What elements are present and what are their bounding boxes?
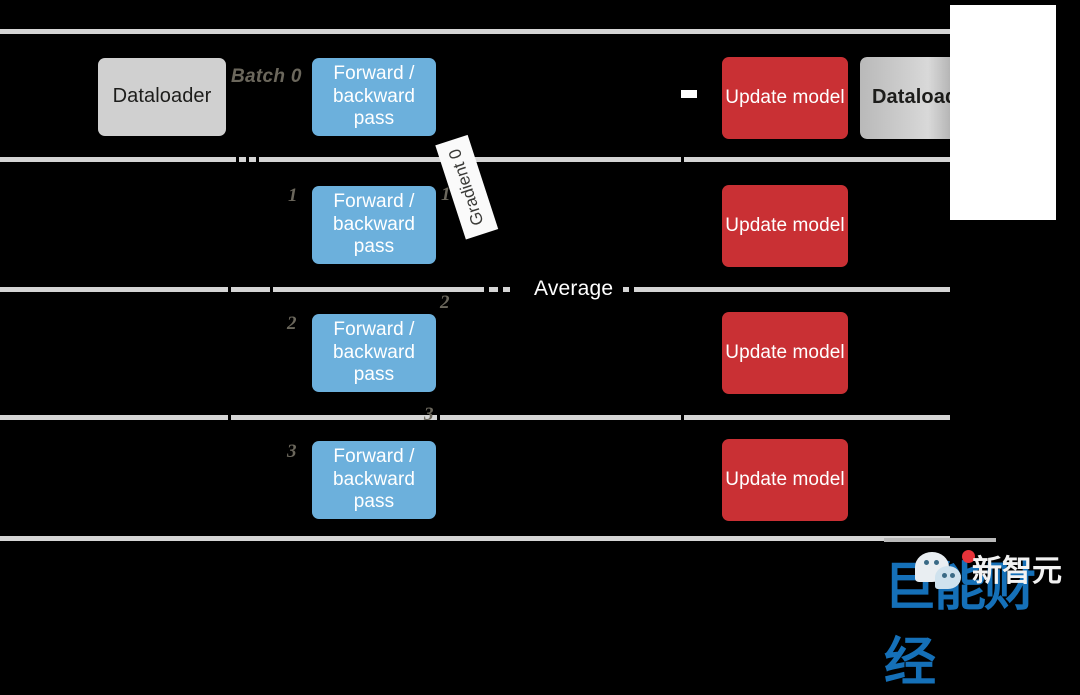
diagram-canvas: Dataloader Batch 0 Forward / backward pa…	[0, 0, 1080, 693]
wechat-icon-small	[935, 566, 961, 589]
rail-dash-g	[489, 287, 498, 292]
dataloader-box-row1[interactable]: Dataloader	[98, 58, 226, 136]
forward-backward-box-row1[interactable]: Forward / backward pass	[312, 58, 436, 136]
update-model-box-row3[interactable]: Update model	[722, 312, 848, 394]
forward-backward-box-row4[interactable]: Forward / backward pass	[312, 441, 436, 519]
rail-top	[0, 29, 950, 34]
update-model-label-row2: Update model	[725, 214, 845, 236]
rail-tick-c	[256, 153, 259, 164]
batch-tag-row1: Batch 0	[231, 66, 302, 87]
rail-tick-b	[246, 153, 249, 164]
update-model-label-row1: Update model	[725, 86, 845, 108]
watermark-white-text: 新智元	[972, 554, 1062, 589]
update-model-box-row1[interactable]: Update model	[722, 57, 848, 139]
white-overlay-panel	[950, 5, 1056, 220]
batch-index-left-row2: 1	[288, 185, 298, 206]
forward-label-line1-row1: Forward /	[333, 63, 415, 85]
forward-label-line1-row3: Forward /	[333, 319, 415, 341]
batch-index-on-rail-row4: 3	[424, 404, 434, 425]
rail-tick-k	[437, 411, 440, 422]
rail-tick-j	[228, 411, 231, 422]
watermark-underline	[884, 538, 996, 542]
rail-row3-row4	[0, 415, 950, 420]
update-model-label-row3: Update model	[725, 341, 845, 363]
watermark-blue-text: 巨能财经	[884, 558, 1036, 693]
forward-label-line1-row2: Forward /	[333, 191, 415, 213]
forward-label-line2-row4: backward pass	[332, 468, 416, 513]
forward-backward-box-row3[interactable]: Forward / backward pass	[312, 314, 436, 392]
batch-index-left-row4: 3	[287, 441, 297, 462]
forward-label-line2-row3: backward pass	[332, 341, 416, 386]
batch-index-right-row3: 2	[440, 292, 450, 313]
rail-tick-e	[228, 283, 231, 294]
rail-bottom	[0, 536, 950, 541]
update-model-box-row2[interactable]: Update model	[722, 185, 848, 267]
batch-index-left-row3: 2	[287, 313, 297, 334]
forward-backward-box-row2[interactable]: Forward / backward pass	[312, 186, 436, 264]
rail-row2-row3	[0, 287, 484, 292]
rail-tick-d	[681, 153, 684, 164]
watermark-dot	[962, 550, 975, 563]
rail-tick-a	[236, 153, 239, 164]
update-model-label-row4: Update model	[725, 468, 845, 490]
rail-row2-row3-right	[634, 287, 950, 292]
arrow-stub-row1	[681, 90, 697, 98]
rail-tick-l	[681, 411, 684, 422]
rail-tick-f	[270, 283, 273, 294]
batch-index-right-row2: 1	[441, 184, 451, 205]
forward-label-line2-row2: backward pass	[332, 213, 416, 258]
average-label: Average	[524, 277, 624, 301]
forward-label-line2-row1: backward pass	[332, 85, 416, 130]
dataloader-label-row1: Dataloader	[112, 85, 212, 108]
forward-label-line1-row4: Forward /	[333, 446, 415, 468]
update-model-box-row4[interactable]: Update model	[722, 439, 848, 521]
rail-dash-h	[503, 287, 510, 292]
